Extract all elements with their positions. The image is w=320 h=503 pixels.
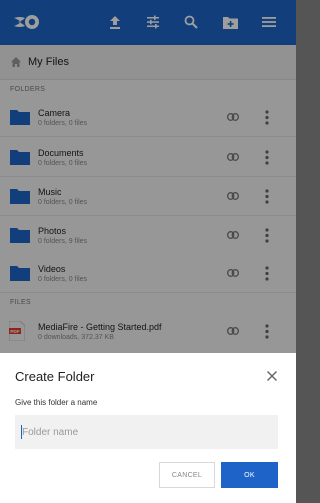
close-icon[interactable] — [266, 370, 278, 382]
cancel-button[interactable]: CANCEL — [159, 462, 215, 488]
text-cursor — [21, 425, 22, 439]
create-folder-dialog: Create Folder Give this folder a name CA… — [0, 353, 296, 503]
modal-backdrop[interactable] — [0, 0, 296, 353]
ok-button[interactable]: OK — [221, 462, 278, 488]
dialog-hint: Give this folder a name — [15, 398, 98, 407]
screen: My Files FOLDERS Camera 0 folders, 0 fil… — [0, 0, 296, 503]
dialog-title: Create Folder — [15, 369, 95, 384]
folder-name-input[interactable] — [15, 415, 278, 449]
